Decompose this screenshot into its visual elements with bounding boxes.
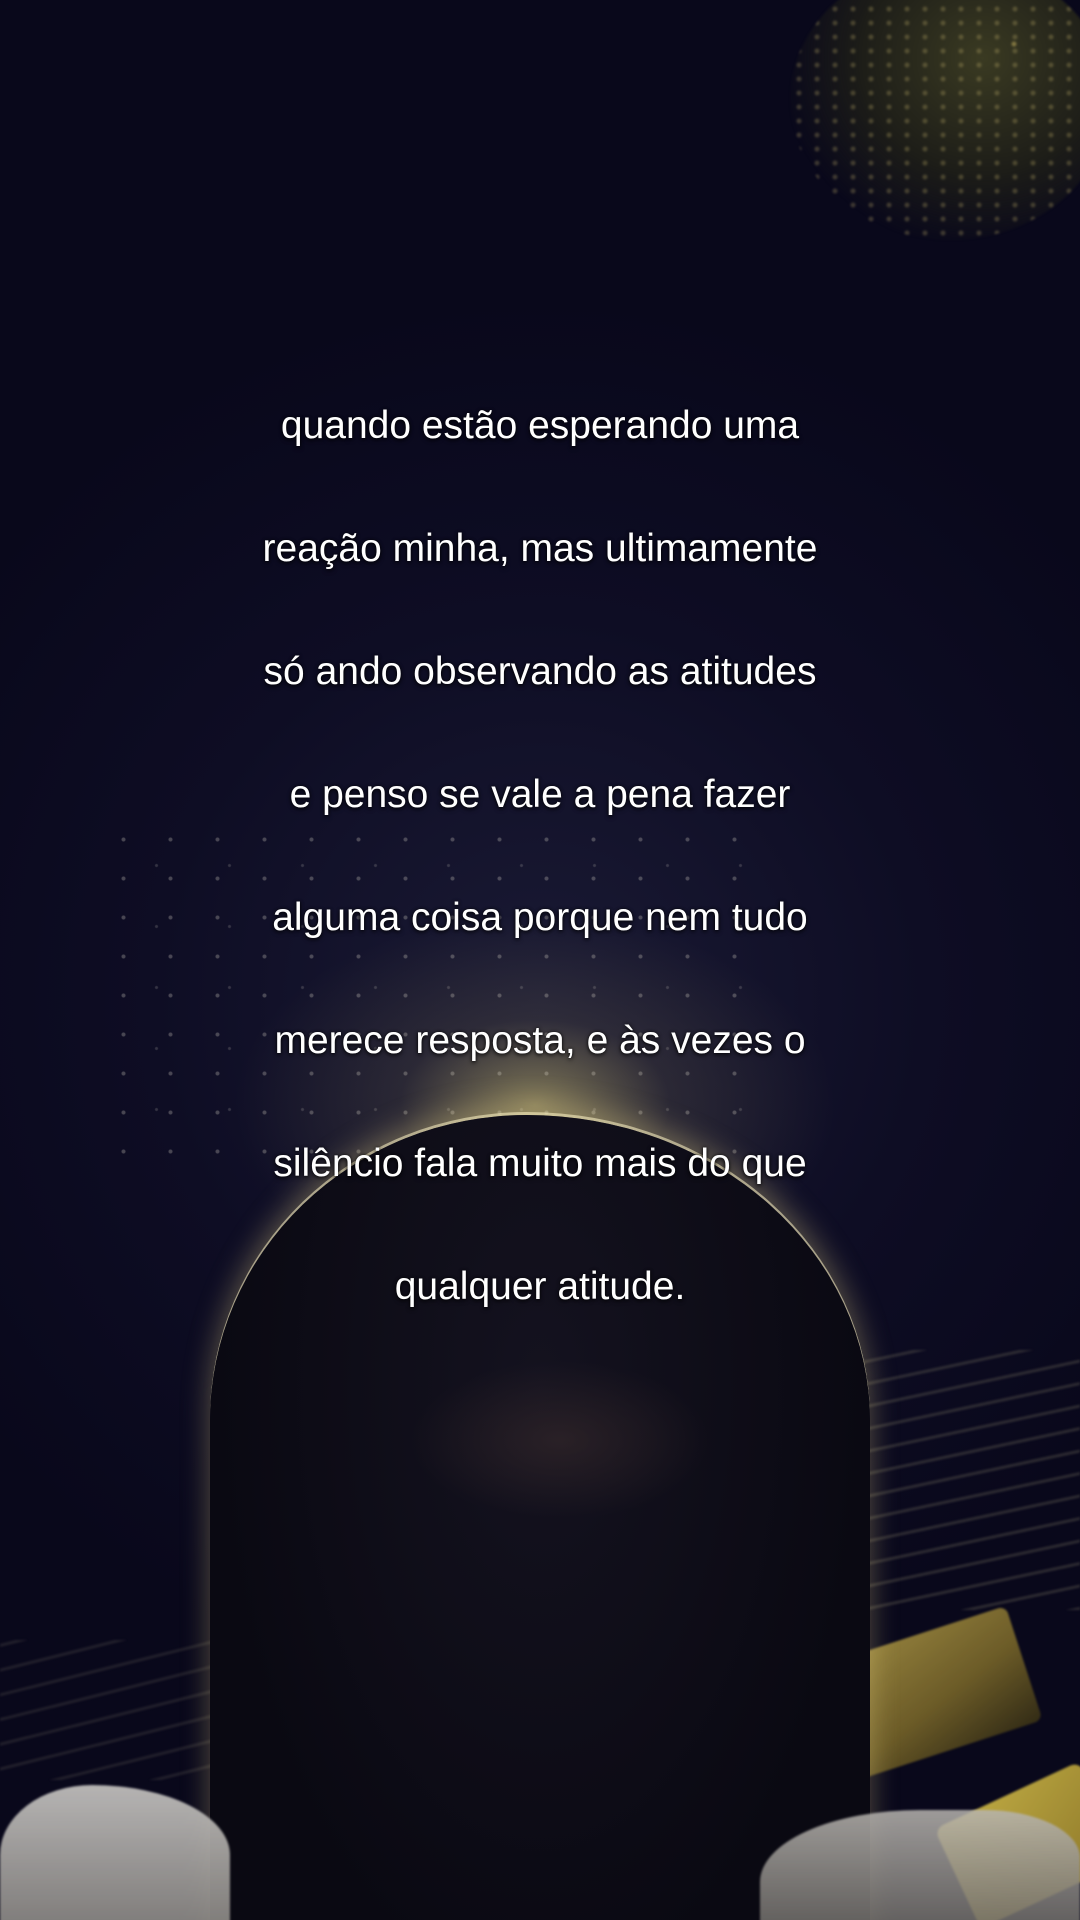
sleeve-left <box>0 1785 230 1920</box>
caption-line: e penso se vale a pena fazer <box>289 772 791 816</box>
caption-line: silêncio fala muito mais do que <box>273 1141 807 1185</box>
video-caption: quando estão esperando uma reação minha,… <box>200 333 880 1379</box>
caption-line: reação minha, mas ultimamente <box>262 526 818 570</box>
video-frame[interactable]: quando estão esperando uma reação minha,… <box>0 0 1080 1920</box>
caption-line: só ando observando as atitudes <box>263 649 817 693</box>
caption-line: qualquer atitude. <box>394 1264 686 1308</box>
tree-foliage <box>790 0 1080 240</box>
caption-line: alguma coisa porque nem tudo <box>272 895 808 939</box>
face-shadow <box>410 1360 710 1520</box>
caption-line: quando estão esperando uma <box>280 403 800 447</box>
caption-line: merece resposta, e às vezes o <box>274 1018 806 1062</box>
